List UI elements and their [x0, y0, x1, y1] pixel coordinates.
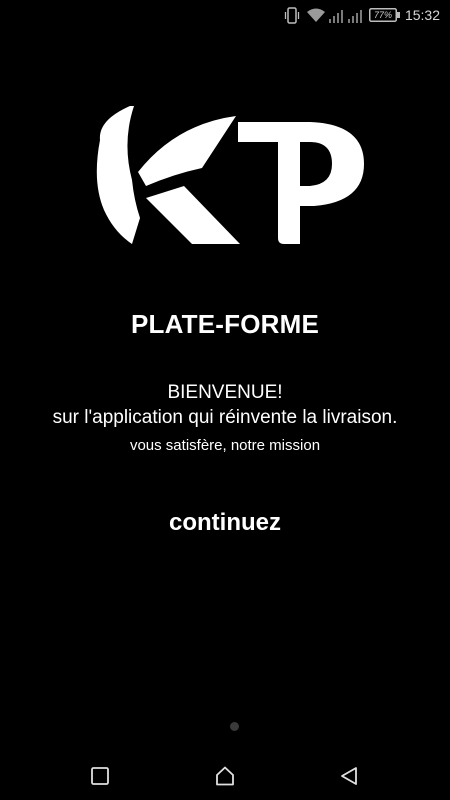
- signal-icon: [348, 10, 362, 23]
- battery-icon: 77%: [369, 8, 401, 22]
- vibrate-icon: [284, 7, 300, 24]
- back-icon[interactable]: [338, 765, 360, 787]
- signal-icon: [329, 10, 343, 23]
- splash-screen: 77% 15:32 PLATE-FORME BIENVENUE! sur l'a…: [0, 0, 450, 800]
- page-title: PLATE-FORME: [130, 309, 320, 339]
- navigation-bar: [0, 750, 450, 800]
- continue-button[interactable]: continuez: [140, 503, 310, 543]
- tagline: vous satisfère, notre mission: [129, 437, 321, 454]
- kp-logo: [96, 106, 364, 244]
- status-bar: 77% 15:32: [0, 0, 450, 30]
- page-indicator-dot: [230, 722, 239, 731]
- wifi-icon: [307, 8, 325, 22]
- status-time: 15:32: [404, 7, 440, 23]
- battery-percent: 77%: [373, 10, 392, 20]
- welcome-message: BIENVENUE! sur l'application qui réinven…: [0, 380, 450, 430]
- recent-apps-icon[interactable]: [89, 765, 111, 787]
- home-icon[interactable]: [214, 765, 236, 787]
- welcome-subheading: sur l'application qui réinvente la livra…: [52, 407, 398, 428]
- welcome-heading: BIENVENUE!: [167, 382, 283, 403]
